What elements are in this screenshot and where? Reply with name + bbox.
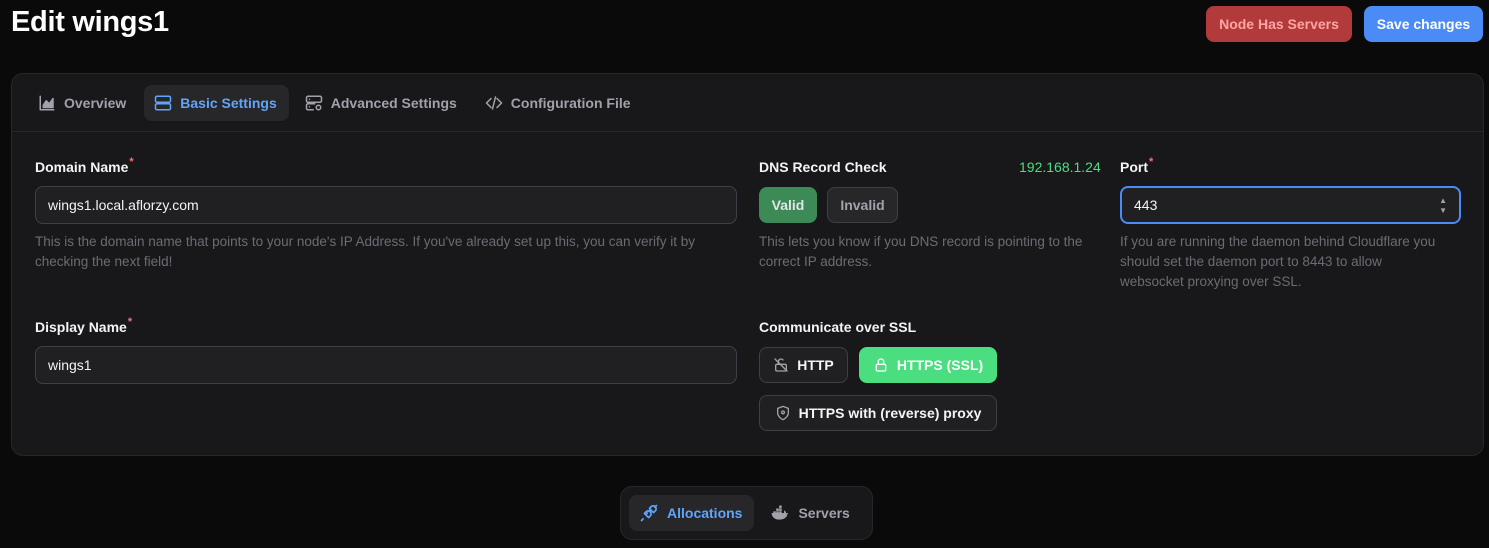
ssl-http-label: HTTP (797, 357, 834, 373)
tab-overview-label: Overview (64, 94, 127, 111)
node-has-servers-button[interactable]: Node Has Servers (1206, 6, 1352, 42)
tab-advanced-settings[interactable]: Advanced Settings (295, 85, 469, 121)
port-label-text: Port (1120, 159, 1148, 175)
tab-servers[interactable]: Servers (760, 495, 861, 531)
lock-icon (875, 358, 887, 372)
tab-advanced-settings-label: Advanced Settings (330, 94, 457, 111)
port-stepper[interactable]: ▲ ▼ (1439, 196, 1447, 215)
plug-icon (640, 504, 658, 522)
edit-node-card: Overview Basic Settings Advanced Setting… (11, 73, 1484, 456)
docker-icon (772, 505, 789, 520)
ssl-proxy-label: HTTPS with (reverse) proxy (798, 405, 982, 421)
tab-overview[interactable]: Overview (28, 85, 138, 121)
display-name-label-text: Display Name (35, 319, 127, 335)
domain-name-input[interactable]: wings1.local.aflorzy.com (35, 186, 737, 224)
dns-invalid-button[interactable]: Invalid (827, 187, 898, 223)
required-mark: * (1149, 156, 1154, 168)
required-mark: * (127, 316, 133, 328)
ssl-label: Communicate over SSL (759, 319, 917, 335)
tab-bar: Overview Basic Settings Advanced Setting… (12, 74, 1483, 132)
domain-name-hint: This is the domain name that points to y… (35, 234, 696, 269)
bottom-tab-bar: Allocations Servers (620, 486, 873, 540)
required-mark: * (129, 156, 134, 168)
tab-configuration-file[interactable]: Configuration File (475, 85, 643, 121)
domain-name-label-text: Domain Name (35, 159, 129, 175)
display-name-input[interactable]: wings1 (35, 346, 737, 384)
domain-name-label: Domain Name* (35, 156, 134, 175)
port-label: Port* (1120, 156, 1154, 175)
server-cog-icon (305, 95, 322, 110)
display-name-label: Display Name* (35, 316, 133, 335)
page-title: Edit wings1 (11, 6, 169, 38)
tab-servers-label: Servers (798, 505, 850, 521)
port-value: 443 (1134, 197, 1158, 213)
tab-allocations[interactable]: Allocations (629, 495, 755, 531)
ssl-http-button[interactable]: HTTP (759, 347, 848, 383)
port-hint: If you are running the daemon behind Clo… (1120, 234, 1436, 289)
tab-basic-settings[interactable]: Basic Settings (144, 84, 289, 121)
shield-icon (776, 405, 789, 421)
chart-area-icon (39, 95, 55, 110)
dns-record-check-label: DNS Record Check (759, 159, 887, 175)
dns-hint: This lets you know if you DNS record is … (759, 234, 1083, 269)
ssl-https-button[interactable]: HTTPS (SSL) (859, 347, 997, 383)
tab-basic-settings-label: Basic Settings (180, 94, 277, 111)
save-button[interactable]: Save changes (1364, 6, 1483, 42)
server-icon (155, 95, 172, 110)
code-icon (485, 95, 503, 110)
header-actions: Node Has Servers Save changes (1206, 6, 1483, 42)
lock-open-off-icon (774, 358, 788, 372)
stepper-down-icon[interactable]: ▼ (1439, 206, 1447, 215)
port-input[interactable]: 443 ▲ ▼ (1120, 186, 1461, 224)
dns-valid-button[interactable]: Valid (759, 187, 817, 223)
tab-allocations-label: Allocations (667, 505, 743, 521)
ssl-proxy-button[interactable]: HTTPS with (reverse) proxy (759, 395, 997, 431)
stepper-up-icon[interactable]: ▲ (1439, 196, 1447, 205)
tab-configuration-file-label: Configuration File (510, 94, 631, 111)
dns-ip-address: 192.168.1.24 (1019, 159, 1101, 175)
ssl-https-label: HTTPS (SSL) (896, 357, 984, 373)
